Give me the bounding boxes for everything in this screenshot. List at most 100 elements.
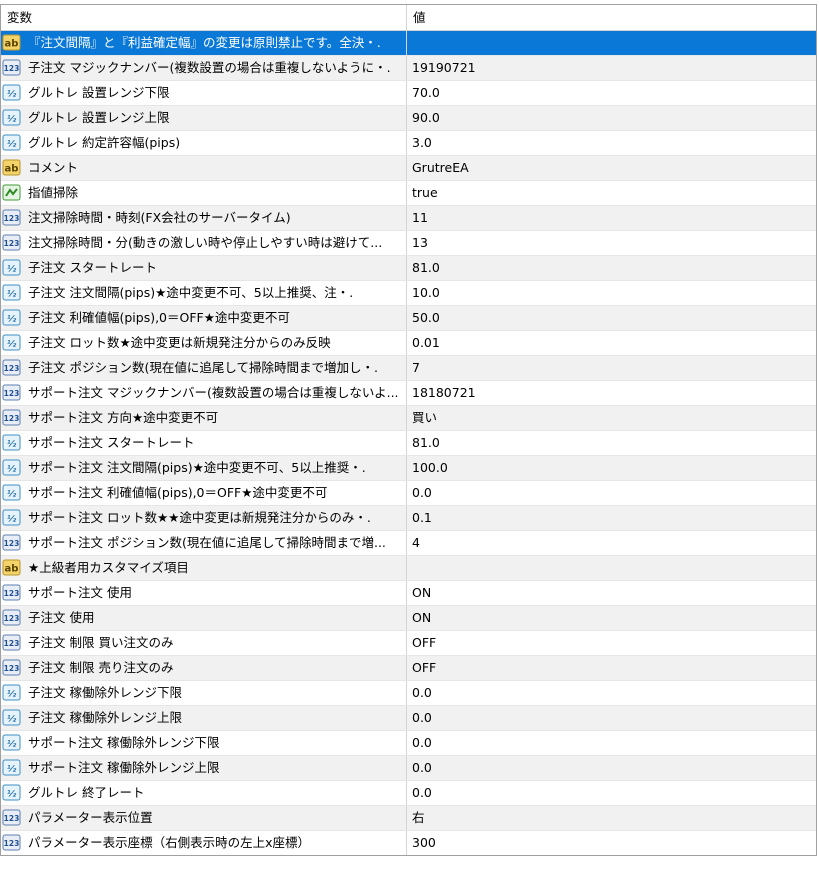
parameter-name-cell[interactable]: ab 『注文間隔』と『利益確定幅』の変更は原則禁止です。全決・. [1, 31, 407, 55]
parameter-row[interactable]: ½ グルトレ 約定許容幅(pips) 3.0 [1, 131, 816, 156]
parameter-value[interactable]: 7 [407, 356, 816, 380]
parameter-name-cell[interactable]: 123 サポート注文 ポジション数(現在値に追尾して掃除時間まで増... [1, 531, 407, 555]
parameter-row[interactable]: 指値掃除 true [1, 181, 816, 206]
parameter-name-cell[interactable]: ½ サポート注文 注文間隔(pips)★途中変更不可、5以上推奨・. [1, 456, 407, 480]
parameter-value[interactable]: 100.0 [407, 456, 816, 480]
parameter-name-cell[interactable]: 123 注文掃除時間・時刻(FX会社のサーバータイム) [1, 206, 407, 230]
parameter-value[interactable]: GrutreEA [407, 156, 816, 180]
parameter-name-cell[interactable]: 指値掃除 [1, 181, 407, 205]
parameter-row[interactable]: ab ★上級者用カスタマイズ項目 [1, 556, 816, 581]
parameter-name-cell[interactable]: ½ 子注文 利確値幅(pips),0＝OFF★途中変更不可 [1, 306, 407, 330]
parameter-row[interactable]: ½ グルトレ 設置レンジ上限 90.0 [1, 106, 816, 131]
parameter-value[interactable]: 90.0 [407, 106, 816, 130]
parameter-row[interactable]: ½ 子注文 スタートレート 81.0 [1, 256, 816, 281]
parameter-row[interactable]: ½ グルトレ 終了レート 0.0 [1, 781, 816, 806]
parameter-value[interactable]: 50.0 [407, 306, 816, 330]
parameter-value[interactable]: 0.0 [407, 481, 816, 505]
parameter-row[interactable]: 123 サポート注文 方向★途中変更不可 買い [1, 406, 816, 431]
parameter-row[interactable]: 123 注文掃除時間・時刻(FX会社のサーバータイム) 11 [1, 206, 816, 231]
parameter-value[interactable]: ON [407, 581, 816, 605]
parameter-value[interactable]: 0.0 [407, 756, 816, 780]
parameter-name-cell[interactable]: ½ 子注文 ロット数★途中変更は新規発注分からのみ反映 [1, 331, 407, 355]
parameter-value[interactable]: 13 [407, 231, 816, 255]
parameter-name-cell[interactable]: ½ グルトレ 設置レンジ上限 [1, 106, 407, 130]
parameter-value[interactable]: 0.0 [407, 681, 816, 705]
parameter-name-cell[interactable]: ab ★上級者用カスタマイズ項目 [1, 556, 407, 580]
parameter-name-cell[interactable]: 123 サポート注文 使用 [1, 581, 407, 605]
parameter-value[interactable]: OFF [407, 656, 816, 680]
parameter-value[interactable]: 81.0 [407, 256, 816, 280]
parameter-name-cell[interactable]: ½ サポート注文 ロット数★★途中変更は新規発注分からのみ・. [1, 506, 407, 530]
parameter-value[interactable]: true [407, 181, 816, 205]
parameter-name-cell[interactable]: ½ 子注文 スタートレート [1, 256, 407, 280]
parameter-name-cell[interactable]: 123 サポート注文 マジックナンバー(複数設置の場合は重複しないよ... [1, 381, 407, 405]
parameter-value[interactable]: 買い [407, 406, 816, 430]
parameter-name-cell[interactable]: ½ サポート注文 利確値幅(pips),0＝OFF★途中変更不可 [1, 481, 407, 505]
parameter-value[interactable]: 70.0 [407, 81, 816, 105]
parameter-name-cell[interactable]: 123 パラメーター表示位置 [1, 806, 407, 830]
parameter-row[interactable]: 123 子注文 制限 売り注文のみ OFF [1, 656, 816, 681]
parameter-value[interactable]: OFF [407, 631, 816, 655]
parameter-name-cell[interactable]: ab コメント [1, 156, 407, 180]
parameter-row[interactable]: ½ 子注文 ロット数★途中変更は新規発注分からのみ反映 0.01 [1, 331, 816, 356]
column-header-value[interactable]: 値 [407, 5, 816, 30]
parameter-name-cell[interactable]: ½ 子注文 注文間隔(pips)★途中変更不可、5以上推奨、注・. [1, 281, 407, 305]
parameter-value[interactable] [407, 31, 816, 55]
parameter-row[interactable]: 123 パラメーター表示位置右 [1, 806, 816, 831]
parameter-name-cell[interactable]: 123 子注文 制限 売り注文のみ [1, 656, 407, 680]
parameter-value[interactable] [407, 556, 816, 580]
parameter-name-cell[interactable]: 123 サポート注文 方向★途中変更不可 [1, 406, 407, 430]
parameter-row[interactable]: ab コメント GrutreEA [1, 156, 816, 181]
parameter-row[interactable]: 123 子注文 ポジション数(現在値に追尾して掃除時間まで増加し・. 7 [1, 356, 816, 381]
parameter-name-cell[interactable]: 123 子注文 使用 [1, 606, 407, 630]
parameter-row[interactable]: 123 子注文 使用 ON [1, 606, 816, 631]
parameter-name-cell[interactable]: 123 子注文 マジックナンバー(複数設置の場合は重複しないように・. [1, 56, 407, 80]
parameter-row[interactable]: 123 パラメーター表示座標（右側表示時の左上x座標） 300 [1, 831, 816, 855]
parameter-row[interactable]: ½ 子注文 利確値幅(pips),0＝OFF★途中変更不可 50.0 [1, 306, 816, 331]
parameter-name-cell[interactable]: ½ サポート注文 スタートレート [1, 431, 407, 455]
parameter-name-cell[interactable]: ½ サポート注文 稼働除外レンジ下限 [1, 731, 407, 755]
parameter-value[interactable]: 4 [407, 531, 816, 555]
parameter-row[interactable]: ½ サポート注文 稼働除外レンジ下限 0.0 [1, 731, 816, 756]
parameter-row[interactable]: 123 子注文 マジックナンバー(複数設置の場合は重複しないように・. 19190… [1, 56, 816, 81]
parameter-row[interactable]: ½ サポート注文 注文間隔(pips)★途中変更不可、5以上推奨・. 100.0 [1, 456, 816, 481]
parameter-value[interactable]: 300 [407, 831, 816, 855]
parameter-value[interactable]: 3.0 [407, 131, 816, 155]
parameter-name-cell[interactable]: 123 パラメーター表示座標（右側表示時の左上x座標） [1, 831, 407, 855]
parameter-value[interactable]: 0.0 [407, 706, 816, 730]
parameter-row[interactable]: 123 注文掃除時間・分(動きの激しい時や停止しやすい時は避けて... 13 [1, 231, 816, 256]
parameter-name-cell[interactable]: ½ 子注文 稼働除外レンジ上限 [1, 706, 407, 730]
parameter-name-cell[interactable]: ½ グルトレ 設置レンジ下限 [1, 81, 407, 105]
parameter-name-cell[interactable]: ½ 子注文 稼働除外レンジ下限 [1, 681, 407, 705]
parameter-row[interactable]: ½ グルトレ 設置レンジ下限 70.0 [1, 81, 816, 106]
parameter-value[interactable]: ON [407, 606, 816, 630]
parameter-row[interactable]: ½ 子注文 注文間隔(pips)★途中変更不可、5以上推奨、注・. 10.0 [1, 281, 816, 306]
column-header-variable[interactable]: 変数 [1, 5, 407, 30]
parameter-name-cell[interactable]: 123 注文掃除時間・分(動きの激しい時や停止しやすい時は避けて... [1, 231, 407, 255]
parameter-row[interactable]: 123 サポート注文 マジックナンバー(複数設置の場合は重複しないよ... 181… [1, 381, 816, 406]
parameter-name-cell[interactable]: 123 子注文 制限 買い注文のみ [1, 631, 407, 655]
parameter-name-cell[interactable]: ½ グルトレ 終了レート [1, 781, 407, 805]
parameter-row[interactable]: ½ サポート注文 スタートレート 81.0 [1, 431, 816, 456]
parameter-row[interactable]: ½ 子注文 稼働除外レンジ下限 0.0 [1, 681, 816, 706]
parameter-name-cell[interactable]: ½ グルトレ 約定許容幅(pips) [1, 131, 407, 155]
parameter-row[interactable]: 123 サポート注文 使用 ON [1, 581, 816, 606]
parameter-value[interactable]: 0.1 [407, 506, 816, 530]
parameter-row[interactable]: ab 『注文間隔』と『利益確定幅』の変更は原則禁止です。全決・. [1, 31, 816, 56]
parameter-value[interactable]: 0.01 [407, 331, 816, 355]
parameter-value[interactable]: 右 [407, 806, 816, 830]
parameter-row[interactable]: 123 サポート注文 ポジション数(現在値に追尾して掃除時間まで増... 4 [1, 531, 816, 556]
parameter-value[interactable]: 11 [407, 206, 816, 230]
parameter-value[interactable]: 19190721 [407, 56, 816, 80]
parameter-value[interactable]: 10.0 [407, 281, 816, 305]
parameter-row[interactable]: ½ サポート注文 稼働除外レンジ上限 0.0 [1, 756, 816, 781]
parameter-row[interactable]: ½ サポート注文 利確値幅(pips),0＝OFF★途中変更不可 0.0 [1, 481, 816, 506]
parameter-row[interactable]: ½ 子注文 稼働除外レンジ上限 0.0 [1, 706, 816, 731]
parameter-value[interactable]: 0.0 [407, 731, 816, 755]
parameter-value[interactable]: 81.0 [407, 431, 816, 455]
parameter-value[interactable]: 0.0 [407, 781, 816, 805]
parameter-row[interactable]: 123 子注文 制限 買い注文のみ OFF [1, 631, 816, 656]
parameter-name-cell[interactable]: 123 子注文 ポジション数(現在値に追尾して掃除時間まで増加し・. [1, 356, 407, 380]
parameter-name-cell[interactable]: ½ サポート注文 稼働除外レンジ上限 [1, 756, 407, 780]
parameter-row[interactable]: ½ サポート注文 ロット数★★途中変更は新規発注分からのみ・. 0.1 [1, 506, 816, 531]
